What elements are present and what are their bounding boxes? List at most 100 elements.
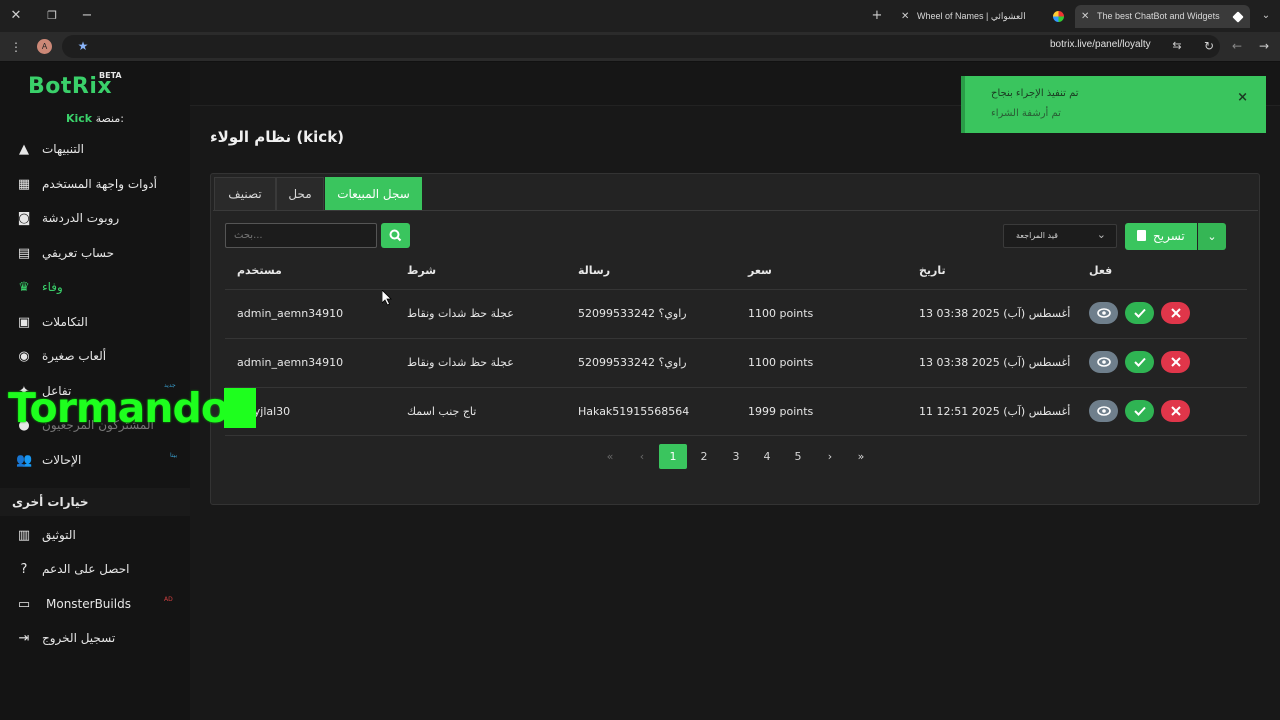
sidebar-item-label: روبوت الدردشة (42, 211, 120, 225)
pagination-page-1[interactable]: 1 (659, 444, 687, 469)
tab-close-icon[interactable]: ✕ (901, 5, 909, 28)
approve-button[interactable] (1125, 351, 1154, 373)
sidebar-item-widgets[interactable]: ▦ أدوات واجهة المستخدم (0, 170, 190, 200)
column-header-price: سعر (748, 264, 772, 277)
column-header-message: رسالة (578, 264, 611, 277)
success-toast: تم تنفيذ الإجراء بنجاح تم أرشفة الشراء × (961, 76, 1266, 133)
search-button[interactable] (381, 223, 410, 248)
view-button[interactable] (1089, 400, 1118, 422)
page-title: نظام الولاء (kick) (210, 128, 345, 146)
gamepad-icon: ◉ (18, 349, 30, 364)
pagination-first-button[interactable]: « (596, 444, 624, 469)
check-icon (1134, 406, 1146, 416)
search-input[interactable] (225, 223, 377, 248)
kick-watermark-logo (224, 388, 256, 428)
sidebar-item-label: ألعاب صغيرة (42, 349, 107, 363)
sidebar-item-label: تسجيل الخروج (42, 631, 116, 645)
wheel-favicon-icon (1053, 11, 1064, 22)
section-title: خيارات أخرى (12, 495, 89, 509)
platform-indicator: Kick منصة: (0, 112, 190, 125)
approve-button[interactable] (1125, 400, 1154, 422)
sidebar-item-chatbot[interactable]: ◙ روبوت الدردشة (0, 204, 190, 234)
close-icon (1171, 406, 1181, 416)
botrix-favicon-icon (1232, 11, 1244, 23)
sidebar-item-profile[interactable]: ▤ حساب تعريفي (0, 239, 190, 269)
new-tab-icon[interactable]: + (869, 8, 885, 24)
table-divider (225, 387, 1247, 388)
view-button[interactable] (1089, 302, 1118, 324)
reload-icon[interactable]: ↻ (1201, 38, 1217, 54)
forward-icon[interactable]: ← (1229, 38, 1245, 54)
sidebar-item-label: MonsterBuilds (46, 597, 131, 611)
logout-icon: ⇥ (18, 631, 30, 646)
watermark-text: Tormando (8, 384, 229, 432)
cell-condition: تاج جنب اسمك (407, 405, 477, 418)
tab-wheel-of-names[interactable]: ✕ Wheel of Names | العشوائي (895, 5, 1070, 28)
cell-date: 13 أغسطس (آب) 2025 03:38 (919, 307, 1071, 320)
monitor-icon: ▭ (17, 597, 31, 612)
pagination-page-2[interactable]: 2 (690, 444, 718, 469)
pagination-page-4[interactable]: 4 (753, 444, 781, 469)
sidebar-item-label: الإحالات (42, 453, 82, 467)
sidebar-item-loyalty[interactable]: ♛ وفاء (0, 273, 190, 303)
view-button[interactable] (1089, 351, 1118, 373)
book-icon: ▥ (17, 528, 31, 543)
tab-ranking[interactable]: تصنيف (214, 177, 276, 210)
window-restore-icon[interactable]: ❐ (44, 8, 60, 24)
pagination-next-button[interactable]: › (816, 444, 844, 469)
sidebar-item-label: التنبيهات (42, 142, 84, 156)
sidebar-item-referrals[interactable]: 👥 الإحالات (0, 446, 190, 476)
sidebar-item-label: التوثيق (42, 528, 76, 542)
export-label: تسريح (1153, 229, 1185, 243)
cell-condition: عجلة حظ شدات ونقاط (407, 356, 514, 369)
close-icon (1171, 357, 1181, 367)
approve-button[interactable] (1125, 302, 1154, 324)
reject-button[interactable] (1161, 302, 1190, 324)
table-divider (225, 338, 1247, 339)
status-filter-select[interactable]: قيد المراجعة ⌄ (1003, 224, 1117, 248)
toast-close-button[interactable]: × (1237, 90, 1248, 105)
pagination-page-3[interactable]: 3 (722, 444, 750, 469)
sidebar-item-docs[interactable]: ▥ التوثيق (0, 521, 190, 551)
url-box[interactable] (62, 35, 1220, 58)
pagination-last-button[interactable]: » (847, 444, 875, 469)
sidebar-item-label: وفاء (42, 280, 63, 294)
file-icon (1137, 230, 1146, 241)
sidebar-item-minigames[interactable]: ◉ ألعاب صغيرة (0, 342, 190, 372)
back-icon[interactable]: → (1256, 38, 1272, 54)
url-text[interactable]: botrix.live/panel/loyalty (1050, 39, 1151, 50)
export-button[interactable]: تسريح (1125, 223, 1197, 250)
bookmark-star-icon[interactable]: ★ (75, 38, 91, 54)
window-close-icon[interactable]: ✕ (8, 8, 24, 24)
sidebar-item-label: احصل على الدعم (42, 562, 130, 576)
chevron-down-icon: ⌄ (1207, 230, 1217, 243)
eye-icon (1097, 406, 1111, 416)
sidebar-item-monsterbuilds[interactable]: ▭ MonsterBuilds (0, 590, 190, 620)
reject-button[interactable] (1161, 351, 1190, 373)
sidebar-item-support[interactable]: ? احصل على الدعم (0, 555, 190, 585)
tab-close-icon[interactable]: ✕ (1081, 5, 1089, 28)
cell-user: admin_aemn34910 (237, 356, 344, 369)
sidebar-item-logout[interactable]: ⇥ تسجيل الخروج (0, 624, 190, 654)
tab-search-chevron-icon[interactable]: ⌄ (1258, 8, 1274, 24)
window-minimize-icon[interactable]: − (79, 8, 95, 24)
menu-dots-icon[interactable]: ⋮ (8, 39, 24, 55)
sidebar-item-label: أدوات واجهة المستخدم (42, 177, 157, 191)
tab-botrix[interactable]: ✕ The best ChatBot and Widgets (1075, 5, 1250, 28)
other-options-header: خيارات أخرى (0, 488, 190, 516)
tab-sales-log[interactable]: سجل المبيعات (325, 177, 422, 210)
reject-button[interactable] (1161, 400, 1190, 422)
cell-date: 11 أغسطس (آب) 2025 12:51 (919, 405, 1071, 418)
cell-price: 1999 points (748, 405, 814, 418)
pagination-prev-button[interactable]: ‹ (628, 444, 656, 469)
id-card-icon: ▤ (17, 246, 31, 261)
grid-icon: ▦ (17, 177, 31, 192)
profile-avatar[interactable]: A (37, 39, 52, 54)
export-dropdown-button[interactable]: ⌄ (1198, 223, 1226, 250)
cell-message: Hakak51915568564 (578, 405, 690, 418)
site-settings-icon[interactable]: ⇆ (1169, 38, 1185, 54)
sidebar-item-alerts[interactable]: ▲ التنبيهات (0, 135, 190, 165)
pagination-page-5[interactable]: 5 (784, 444, 812, 469)
sidebar-item-integrations[interactable]: ▣ التكاملات (0, 308, 190, 338)
tab-shop[interactable]: محل (276, 177, 324, 210)
